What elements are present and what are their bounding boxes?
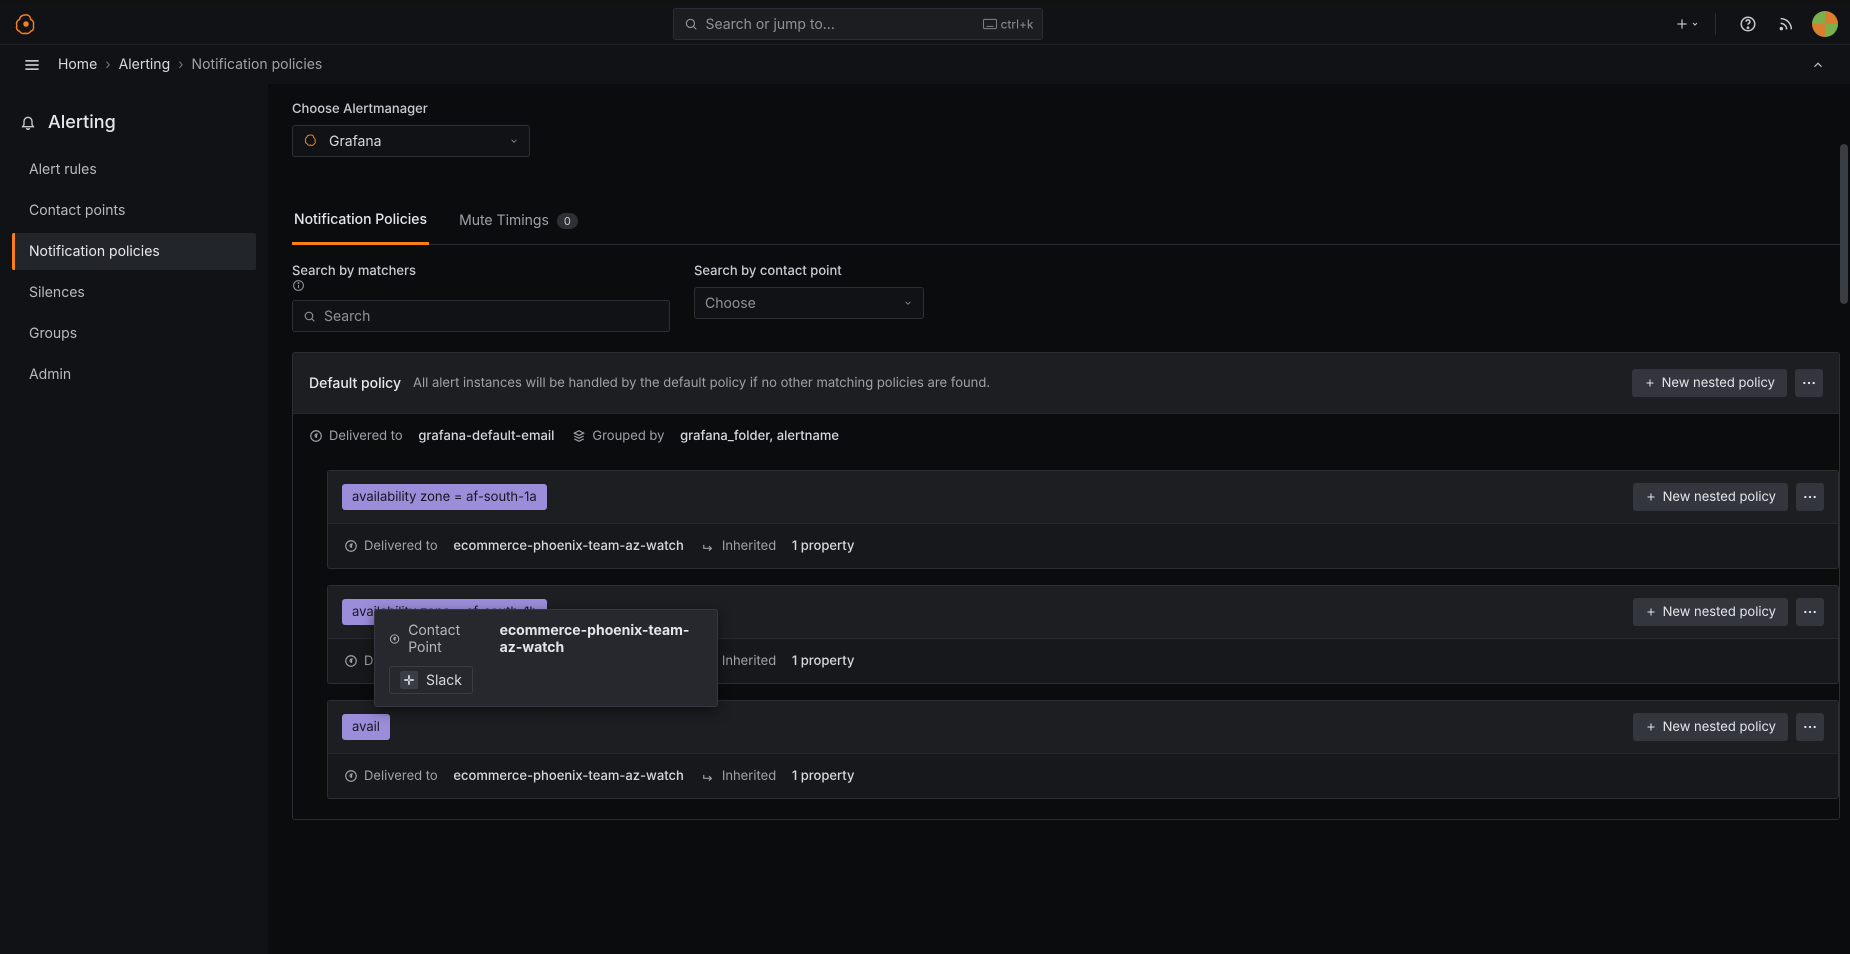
popover-label: Contact Point xyxy=(408,622,479,656)
inherited: Inherited 1 property xyxy=(702,538,855,554)
sidebar-item-contact-points[interactable]: Contact points xyxy=(12,192,256,229)
alertmanager-select[interactable]: Grafana xyxy=(292,125,530,157)
sidebar-item-silences[interactable]: Silences xyxy=(12,274,256,311)
new-nested-policy-button[interactable]: New nested policy xyxy=(1633,713,1788,741)
search-matchers-label: Search by matchers xyxy=(292,263,670,292)
crumb-home[interactable]: Home xyxy=(58,56,97,73)
chevron-down-icon xyxy=(509,136,519,146)
search-matchers-input[interactable]: Search xyxy=(292,300,670,332)
hamburger-menu[interactable] xyxy=(18,51,46,79)
divider xyxy=(1715,13,1716,35)
search-matchers-placeholder: Search xyxy=(324,308,370,325)
sidebar-item-alert-rules[interactable]: Alert rules xyxy=(12,151,256,188)
search-shortcut: ctrl+k xyxy=(983,17,1034,32)
sidebar-item-admin[interactable]: Admin xyxy=(12,356,256,393)
search-cp-placeholder: Choose xyxy=(705,295,756,312)
choose-am-label: Choose Alertmanager xyxy=(292,101,1840,117)
tab-mute-timings[interactable]: Mute Timings 0 xyxy=(457,197,580,244)
default-policy-desc: All alert instances will be handled by t… xyxy=(413,375,990,391)
policy-row: avail New nested policy xyxy=(327,700,1839,799)
new-nested-policy-button[interactable]: New nested policy xyxy=(1632,369,1787,397)
search-icon xyxy=(684,17,698,31)
create-menu[interactable] xyxy=(1673,10,1701,38)
sidebar-item-groups[interactable]: Groups xyxy=(12,315,256,352)
mute-timings-count: 0 xyxy=(557,213,578,229)
scrollbar-thumb[interactable] xyxy=(1840,144,1848,304)
search-icon xyxy=(303,310,316,323)
grafana-icon xyxy=(303,133,319,149)
sidebar-item-notification-policies[interactable]: Notification policies xyxy=(12,233,256,270)
delivered-to: Delivered to ecommerce-phoenix-team-az-w… xyxy=(344,538,684,554)
help-icon[interactable] xyxy=(1734,10,1762,38)
bell-icon xyxy=(20,114,38,132)
popover-value: ecommerce-phoenix-team-az-watch xyxy=(500,622,703,656)
crumb-alerting[interactable]: Alerting xyxy=(119,56,171,73)
crumb-sep: › xyxy=(105,56,110,73)
matcher-chip: availability zone = af-south-1a xyxy=(342,484,547,510)
am-selected-value: Grafana xyxy=(329,133,382,150)
collapse-button[interactable] xyxy=(1804,51,1832,79)
contact-point-popover: Contact Point ecommerce-phoenix-team-az-… xyxy=(374,609,718,707)
more-actions-button[interactable] xyxy=(1796,598,1824,626)
more-actions-button[interactable] xyxy=(1796,713,1824,741)
delivered-to: Delivered to ecommerce-phoenix-team-az-w… xyxy=(344,768,684,784)
grafana-logo[interactable] xyxy=(12,10,40,38)
slack-icon xyxy=(400,671,418,689)
default-policy-title: Default policy xyxy=(309,375,401,392)
rss-icon[interactable] xyxy=(1772,10,1800,38)
search-cp-select[interactable]: Choose xyxy=(694,287,924,319)
tab-notification-policies[interactable]: Notification Policies xyxy=(292,197,429,245)
matcher-chip: avail xyxy=(342,714,390,740)
search-placeholder: Search or jump to... xyxy=(706,16,835,33)
inherited: Inherited 1 property xyxy=(702,653,855,669)
chevron-down-icon xyxy=(903,298,913,308)
user-avatar[interactable] xyxy=(1812,11,1838,37)
crumb-sep: › xyxy=(178,56,183,73)
grouped-by: Grouped by grafana_folder, alertname xyxy=(572,428,839,444)
global-search[interactable]: Search or jump to... ctrl+k xyxy=(673,8,1043,40)
crumb-current: Notification policies xyxy=(192,56,323,73)
policy-row: availability zone = af-south-1a New nest… xyxy=(327,470,1839,569)
more-actions-button[interactable] xyxy=(1796,483,1824,511)
new-nested-policy-button[interactable]: New nested policy xyxy=(1633,483,1788,511)
scrollbar[interactable] xyxy=(1840,84,1848,954)
info-icon[interactable] xyxy=(292,279,670,292)
sidebar-title: Alerting xyxy=(12,112,256,151)
inherited: Inherited 1 property xyxy=(702,768,855,784)
delivered-to: Delivered to grafana-default-email xyxy=(309,428,554,444)
search-cp-label: Search by contact point xyxy=(694,263,924,279)
new-nested-policy-button[interactable]: New nested policy xyxy=(1633,598,1788,626)
more-actions-button[interactable] xyxy=(1795,369,1823,397)
integration-tag: Slack xyxy=(389,666,473,694)
